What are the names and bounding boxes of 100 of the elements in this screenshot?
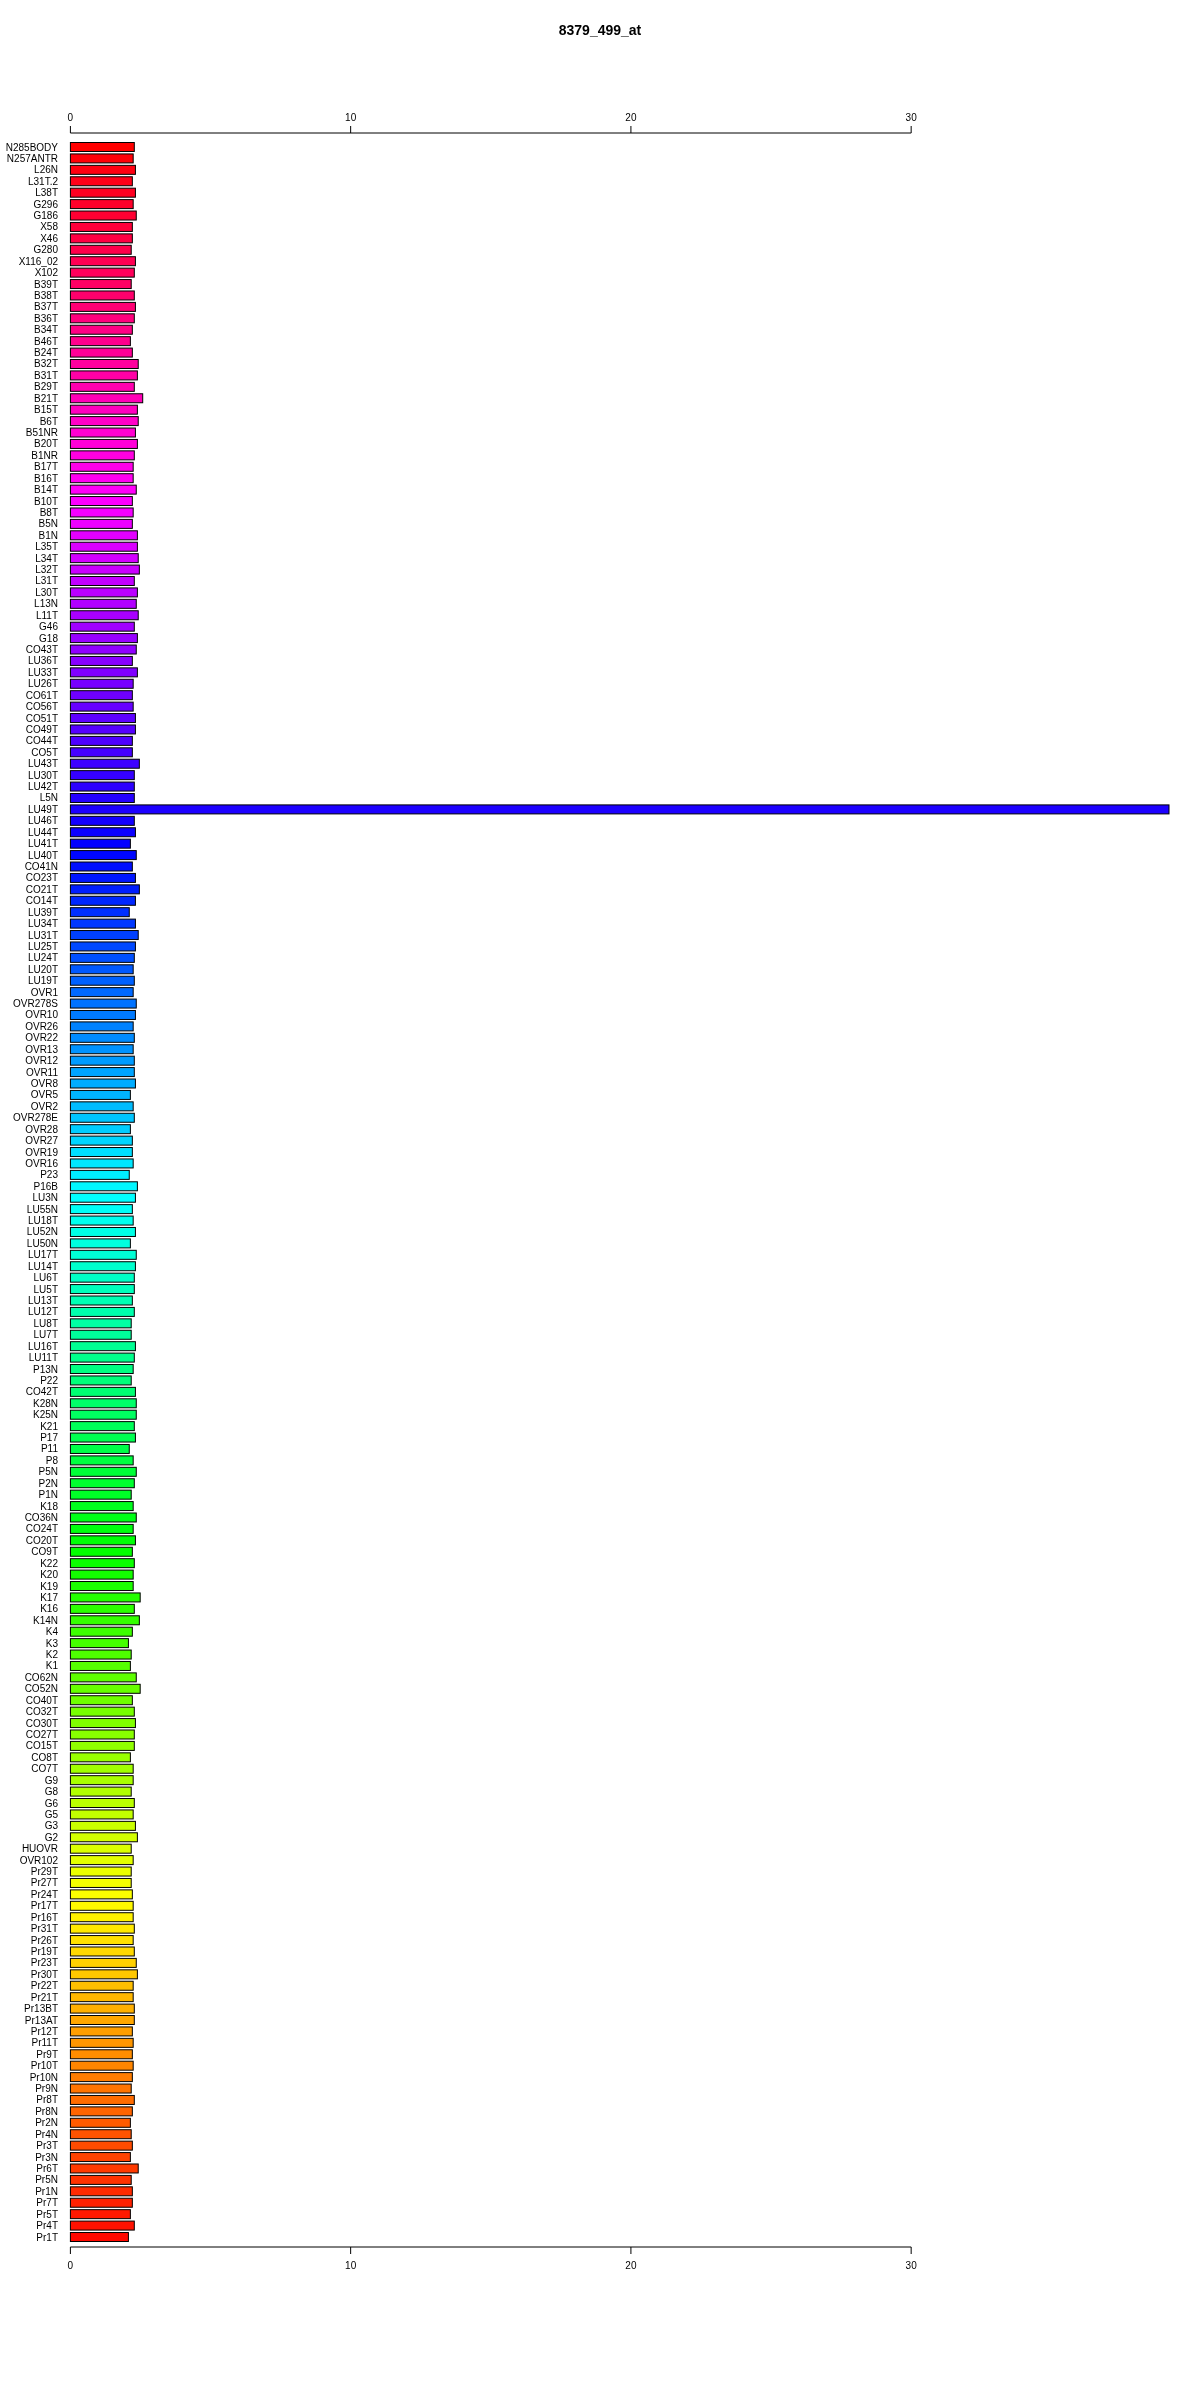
category-label: Pr7T bbox=[36, 2197, 58, 2209]
category-label: B36T bbox=[34, 312, 58, 324]
category-label: OVR2 bbox=[30, 1100, 58, 1112]
category-label: Pr5T bbox=[36, 2208, 58, 2220]
category-label: G2 bbox=[44, 1831, 58, 1843]
category-label: CO8T bbox=[31, 1751, 58, 1763]
category-label: CO44T bbox=[25, 735, 58, 747]
category-label: OVR19 bbox=[25, 1146, 58, 1158]
category-label: B1NR bbox=[31, 449, 58, 461]
category-label: Pr4T bbox=[36, 2220, 58, 2232]
category-label: OVR22 bbox=[25, 1032, 58, 1044]
category-label: B32T bbox=[34, 358, 58, 370]
category-label: Pr27T bbox=[30, 1877, 58, 1889]
category-label: LU31T bbox=[28, 929, 58, 941]
category-label: G5 bbox=[44, 1808, 58, 1820]
category-label: Pr5N bbox=[35, 2174, 58, 2186]
category-label: K17 bbox=[40, 1591, 58, 1603]
category-label: CO20T bbox=[25, 1534, 58, 1546]
category-label: K22 bbox=[40, 1557, 58, 1569]
category-label: Pr9N bbox=[35, 2083, 58, 2095]
category-label: CO61T bbox=[25, 689, 58, 701]
category-label: X46 bbox=[40, 232, 58, 244]
category-label: CO42T bbox=[25, 1386, 58, 1398]
category-label: LU13T bbox=[28, 1295, 58, 1306]
category-label: Pr9T bbox=[36, 2048, 58, 2060]
category-label: L31T.2 bbox=[27, 175, 58, 187]
category-label: G6 bbox=[44, 1797, 58, 1809]
category-label: Pr1N bbox=[35, 2185, 58, 2197]
tick-label: 20 bbox=[625, 2260, 637, 2271]
category-label: Pr2N bbox=[35, 2117, 58, 2129]
category-label: B39T bbox=[34, 278, 58, 290]
category-label: LU44T bbox=[28, 826, 58, 838]
category-label: LU41T bbox=[28, 838, 58, 850]
category-label: Pr12T bbox=[30, 2025, 58, 2037]
tick-label: 0 bbox=[67, 112, 74, 123]
category-label: Pr4N bbox=[35, 2128, 58, 2140]
category-label: P22 bbox=[40, 1374, 58, 1386]
category-label: K1 bbox=[45, 1660, 58, 1672]
category-label: B31T bbox=[34, 369, 58, 381]
category-label: B29T bbox=[34, 381, 58, 393]
category-label: CO5T bbox=[31, 746, 58, 758]
category-label: Pr13AT bbox=[24, 2014, 58, 2026]
category-label: CO21T bbox=[25, 883, 58, 895]
category-label: LU17T bbox=[28, 1249, 58, 1261]
category-label: Pr13BT bbox=[24, 2003, 58, 2015]
category-label: B51NR bbox=[25, 427, 58, 438]
category-label: L26N bbox=[34, 164, 58, 176]
category-label: K21 bbox=[40, 1420, 58, 1432]
category-label: CO62N bbox=[24, 1671, 58, 1683]
category-label: Pr6T bbox=[36, 2163, 58, 2174]
category-label: LU3N bbox=[32, 1192, 58, 1204]
category-label: L11T bbox=[35, 609, 58, 621]
category-label: Pr30T bbox=[30, 1968, 58, 1980]
category-label: Pr11T bbox=[31, 2037, 58, 2049]
category-label: G3 bbox=[44, 1820, 58, 1832]
category-label: K2 bbox=[45, 1649, 58, 1661]
tick-label: 30 bbox=[905, 112, 917, 123]
category-label: B14T bbox=[34, 484, 58, 496]
category-label: OVR10 bbox=[25, 1009, 58, 1021]
category-label: L38T bbox=[35, 187, 58, 199]
category-label: LU6T bbox=[33, 1272, 58, 1284]
category-label: Pr23T bbox=[30, 1957, 58, 1969]
category-label: OVR1 bbox=[30, 986, 58, 998]
category-label: K19 bbox=[40, 1580, 58, 1592]
category-label: B21T bbox=[34, 392, 58, 404]
category-label: L34T bbox=[35, 552, 58, 564]
category-label: LU40T bbox=[28, 849, 58, 861]
category-label: CO23T bbox=[25, 872, 58, 884]
category-label: CO40T bbox=[25, 1694, 58, 1706]
category-label: K25N bbox=[33, 1409, 58, 1421]
category-label: CO9T bbox=[31, 1546, 58, 1558]
category-label: X58 bbox=[40, 221, 58, 233]
category-label: CO41N bbox=[24, 861, 58, 872]
category-label: Pr10T bbox=[30, 2060, 58, 2072]
category-label: Pr29T bbox=[30, 1866, 58, 1878]
category-label: LU55N bbox=[26, 1203, 58, 1215]
category-label: P13N bbox=[33, 1363, 58, 1375]
category-label: B10T bbox=[34, 495, 58, 507]
category-label: Pr8N bbox=[35, 2105, 58, 2117]
category-label: LU16T bbox=[28, 1340, 58, 1352]
category-label: CO27T bbox=[25, 1729, 58, 1740]
category-label: OVR12 bbox=[25, 1055, 58, 1067]
category-label: LU5T bbox=[33, 1283, 58, 1295]
category-label: Pr24T bbox=[30, 1888, 58, 1900]
category-label: L30T bbox=[35, 586, 58, 598]
category-label: LU30T bbox=[28, 769, 58, 781]
category-label: L32T bbox=[35, 564, 58, 576]
tick-label: 0 bbox=[67, 2260, 74, 2271]
category-label: K16 bbox=[40, 1603, 58, 1615]
category-label: K14N bbox=[33, 1614, 58, 1626]
category-label: LU33T bbox=[28, 666, 58, 678]
category-label: G46 bbox=[39, 621, 58, 633]
category-label: Pr22T bbox=[30, 1980, 58, 1992]
category-label: B38T bbox=[34, 289, 58, 301]
category-label: LU52N bbox=[26, 1226, 58, 1238]
category-label: CO43T bbox=[25, 644, 58, 655]
category-label: B17T bbox=[34, 461, 58, 473]
category-label: LU50N bbox=[26, 1237, 58, 1249]
category-label: N285BODY bbox=[5, 141, 58, 153]
category-label: B5N bbox=[38, 518, 58, 530]
